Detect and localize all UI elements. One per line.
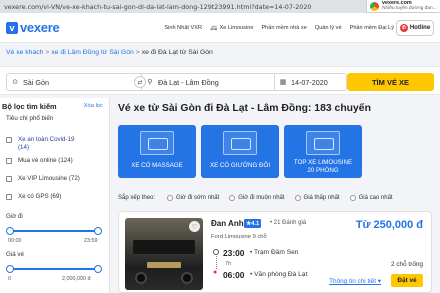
trip-card[interactable]: ♡ Đan Anh ★4.1 • 21 Đánh giá Ford Limous… (118, 211, 432, 293)
search-bar: ⊙ Sài Gòn ⇄ ⚲ Đà Lạt - Lâm Đồng ▦ 14-07-… (0, 66, 440, 95)
car-icon: 🚐 (210, 25, 218, 31)
notification-subtitle: Nhiều tuyến đường đan... (382, 6, 437, 11)
tile-double-bed[interactable]: XE CÓ GIƯỜNG ĐÔI (201, 125, 279, 178)
site-header: v vexere Sinh Nhật VXR 🚐 Xe Limousine Phầ… (0, 13, 440, 43)
nav-limousine[interactable]: 🚐 Xe Limousine (210, 24, 253, 32)
vexere-logo[interactable]: v vexere (6, 20, 60, 35)
price-slider[interactable] (10, 268, 98, 270)
review-count[interactable]: • 21 Đánh giá (270, 220, 306, 226)
tile-massage[interactable]: XE CÓ MASSAGE (118, 125, 196, 178)
filter-checkbox-gps[interactable]: Xe có GPS (69) (6, 193, 61, 201)
breadcrumb: Vé xe khách > xe đi Lâm Đồng từ Sài Gòn > xe… (6, 49, 213, 56)
swap-icon[interactable]: ⇄ (134, 76, 146, 88)
filter-checkbox-covid[interactable]: Xe an toàn Covid-19 (14) (6, 136, 74, 152)
trip-duration: 7h (225, 261, 232, 267)
radio-icon (294, 195, 301, 201)
from-field[interactable]: ⊙ Sài Gòn (6, 73, 142, 91)
filter-sidebar: Bộ lọc tìm kiếm Xóa lọc Tiêu chí phổ biế… (0, 98, 110, 293)
price-filter-label: Giá vé (6, 251, 24, 258)
limousine-room-icon (306, 131, 340, 155)
double-bed-icon (223, 131, 257, 155)
date-field[interactable]: ▦ 14-07-2020 (275, 73, 347, 91)
massage-seat-icon (140, 131, 174, 155)
price-min-value: 0 (8, 276, 11, 282)
time-slider-max-handle[interactable] (94, 227, 102, 235)
bus-icon: ⊙ (12, 79, 18, 86)
radio-icon (349, 195, 356, 201)
breadcrumb-link[interactable]: Vé xe khách (6, 49, 43, 56)
price-slider-max-handle[interactable] (94, 265, 102, 273)
sort-cheapest[interactable]: Giá thấp nhất (294, 195, 340, 201)
logo-mark-icon: v (6, 21, 18, 34)
time-filter-label: Giờ đi (6, 213, 23, 220)
price: Từ 250,000 đ (355, 219, 423, 231)
criteria-heading: Tiêu chí phổ biến (6, 115, 54, 122)
seats-available: 2 chỗ trống (391, 261, 423, 268)
checkbox-icon (6, 176, 12, 182)
feature-tiles: XE CÓ MASSAGE XE CÓ GIƯỜNG ĐÔI TOP XE LI… (118, 125, 362, 178)
nav-phan-mem-dai-ly[interactable]: Phần mềm Đại Lý (350, 24, 394, 31)
main-nav: Sinh Nhật VXR 🚐 Xe Limousine Phần mềm nhà… (164, 24, 421, 32)
depart-dot-icon (213, 249, 219, 255)
nav-phan-mem-nha-xe[interactable]: Phần mềm nhà xe (261, 24, 306, 31)
checkbox-icon (6, 137, 12, 143)
browser-notification[interactable]: vexere.com Nhiều tuyến đường đan... (366, 0, 440, 13)
chrome-icon (370, 1, 379, 11)
sort-most-expensive[interactable]: Giá cao nhất (349, 195, 393, 201)
route-timeline: ● (213, 249, 219, 277)
clear-filter-link[interactable]: Xóa lọc (84, 103, 103, 109)
depart-time: 23:00 (223, 248, 245, 258)
price-max-value: 2,000,000 đ (62, 276, 91, 282)
checkbox-icon (6, 158, 12, 164)
nav-sinh-nhat[interactable]: Sinh Nhật VXR (164, 24, 202, 31)
sort-earliest[interactable]: Giờ đi sớm nhất (167, 195, 219, 201)
time-slider-min-handle[interactable] (6, 227, 14, 235)
sort-label: Sắp xếp theo: (118, 195, 156, 201)
nav-quan-ly-ve[interactable]: Quản lý vé (315, 24, 342, 31)
tile-top-limousine[interactable]: TOP XE LIMOUSINE 20 PHÒNG (284, 125, 362, 178)
checkbox-icon (6, 194, 12, 200)
filter-checkbox-vip[interactable]: Xe VIP Limousine (72) (6, 175, 80, 183)
arrive-time: 06:00 (223, 270, 245, 280)
time-max-value: 23:59 (84, 238, 98, 244)
url-text[interactable]: vexere.com/vi-VN/ve-xe-khach-tu-sai-gon-… (4, 3, 312, 11)
favorite-heart-icon[interactable]: ♡ (189, 221, 200, 232)
results-title: Vé xe từ Sài Gòn đi Đà Lạt - Lâm Đồng: 1… (118, 103, 371, 114)
price-slider-min-handle[interactable] (6, 265, 14, 273)
arrive-pin-icon: ● (213, 269, 218, 276)
breadcrumb-link[interactable]: xe đi Lâm Đồng từ Sài Gòn (51, 49, 133, 56)
depart-place: • Trạm Đầm Sen (250, 249, 299, 256)
search-button[interactable]: TÌM VÉ XE (347, 73, 434, 91)
breadcrumb-current: xe đi Đà Lạt từ Sài Gòn (141, 49, 213, 56)
details-link[interactable]: Thông tin chi tiết ▾ (329, 277, 381, 285)
time-min-value: 00:00 (8, 238, 22, 244)
calendar-icon: ▦ (279, 79, 287, 86)
arrive-place: • Văn phòng Đà Lạt (250, 271, 308, 278)
radio-icon (167, 195, 174, 201)
to-field[interactable]: ⚲ Đà Lạt - Lâm Đồng (142, 73, 275, 91)
phone-icon: ✆ (399, 24, 408, 32)
rating-badge: ★4.1 (244, 219, 262, 228)
radio-icon (229, 195, 236, 201)
vehicle-type: Ford Limousine 9 chỗ (211, 234, 267, 240)
filter-title: Bộ lọc tìm kiếm (2, 102, 57, 111)
hotline-button[interactable]: ✆ Hotline (396, 20, 434, 36)
time-slider[interactable] (10, 230, 98, 232)
operator-name: Đan Anh (211, 219, 244, 228)
book-button[interactable]: Đặt vé (391, 274, 423, 287)
filter-checkbox-online[interactable]: Mua vé online (124) (6, 157, 73, 165)
sort-latest[interactable]: Giờ đi muộn nhất (229, 195, 285, 201)
sort-bar: Sắp xếp theo: Giờ đi sớm nhất Giờ đi muộ… (118, 195, 403, 201)
